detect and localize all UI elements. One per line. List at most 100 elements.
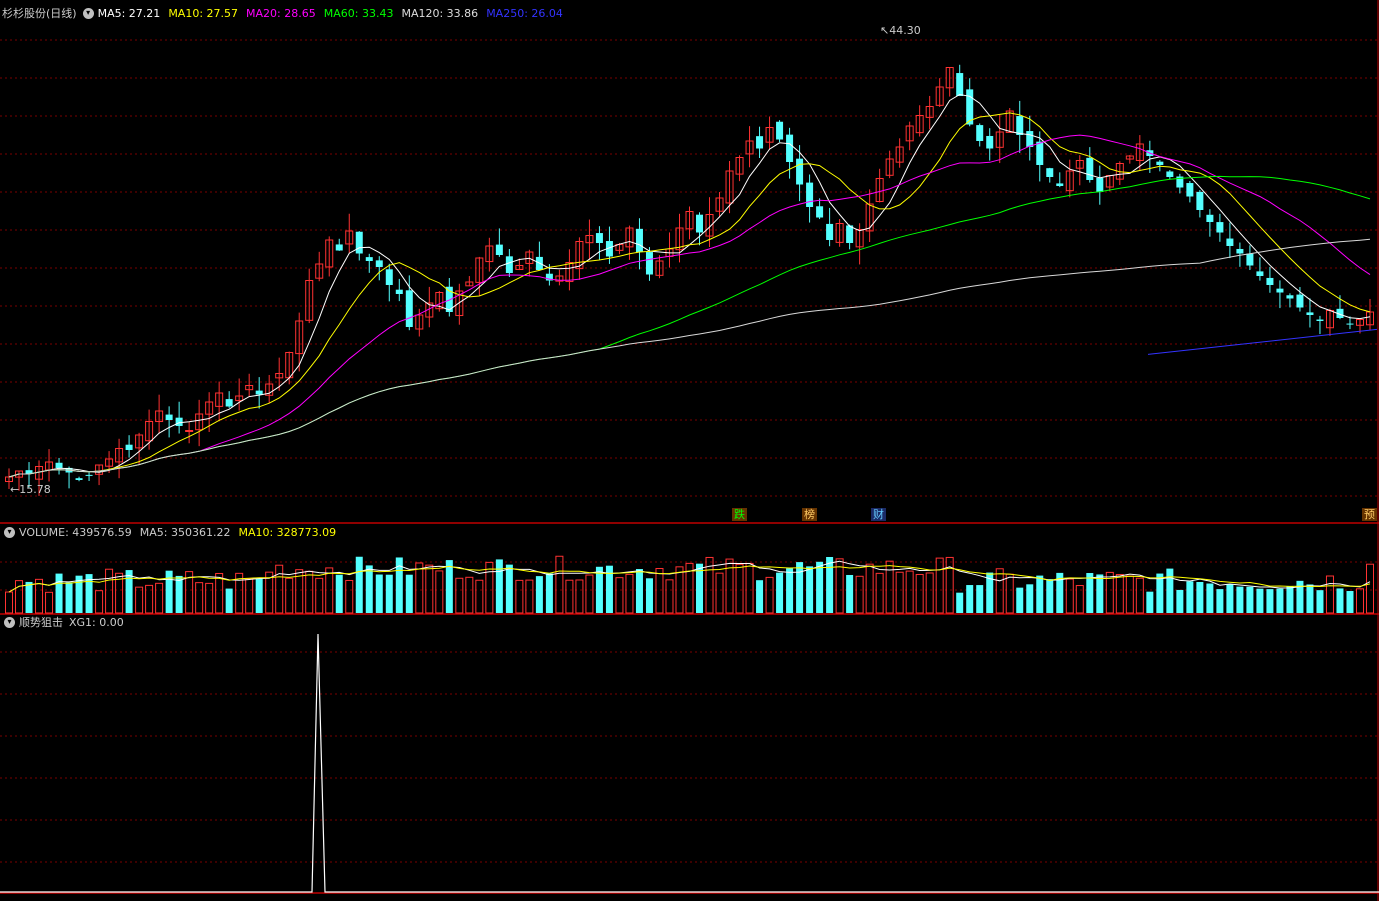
volume-bar bbox=[995, 568, 1004, 614]
ma250-line bbox=[1147, 328, 1378, 355]
volume-bar bbox=[1026, 584, 1034, 613]
volume-bar bbox=[1236, 586, 1244, 613]
volume-bar bbox=[135, 586, 144, 614]
candle-body bbox=[776, 121, 784, 140]
candle-body bbox=[165, 414, 173, 420]
high-price-value: 44.30 bbox=[889, 24, 921, 37]
volume-bar bbox=[1096, 574, 1104, 613]
stock-chart-window[interactable]: 杉杉股份(日线) ▾ MA5: 27.21 MA10: 27.57 MA20: … bbox=[0, 0, 1379, 901]
ma10-label: MA10: 27.57 bbox=[168, 6, 239, 20]
volume-bar bbox=[735, 563, 744, 614]
volume-bar bbox=[315, 577, 324, 614]
volume-bar bbox=[105, 568, 114, 614]
candle-body bbox=[846, 225, 854, 243]
event-flag-yu[interactable]: 预 bbox=[1362, 508, 1377, 521]
volume-bar bbox=[875, 572, 884, 614]
volume-bar bbox=[565, 579, 574, 614]
volume-bar bbox=[1046, 579, 1054, 613]
candle-body bbox=[816, 206, 824, 218]
volume-bar bbox=[195, 582, 204, 614]
volume-bar bbox=[615, 577, 624, 614]
volume-bar bbox=[215, 572, 224, 614]
volume-bar bbox=[1336, 588, 1344, 613]
candle-body bbox=[225, 399, 233, 407]
volume-bar bbox=[165, 570, 173, 613]
candle-body bbox=[335, 244, 343, 251]
candle-body bbox=[405, 290, 413, 327]
volume-bar bbox=[1306, 584, 1314, 613]
event-flag-cai[interactable]: 财 bbox=[871, 508, 886, 521]
volume-bar bbox=[826, 556, 834, 613]
chevron-down-icon[interactable]: ▾ bbox=[4, 616, 15, 628]
volume-bar bbox=[635, 569, 643, 613]
volume-bar bbox=[1325, 575, 1334, 614]
chart-canvas[interactable] bbox=[0, 0, 1379, 901]
volume-bar bbox=[976, 585, 984, 613]
candle-body bbox=[1156, 161, 1164, 165]
volume-bar bbox=[305, 570, 314, 614]
volume-bar bbox=[786, 568, 794, 613]
candle-body bbox=[1216, 222, 1224, 233]
volume-bar bbox=[1346, 591, 1354, 613]
volume-bar bbox=[45, 591, 54, 614]
volume-bar bbox=[425, 564, 434, 614]
volume-bar bbox=[455, 577, 464, 614]
volume-bar bbox=[1005, 573, 1014, 614]
volume-bar bbox=[1196, 581, 1204, 613]
candle-body bbox=[375, 260, 383, 267]
candle-body bbox=[1016, 116, 1024, 135]
volume-bar bbox=[365, 565, 373, 613]
candle-body bbox=[365, 257, 373, 261]
candle-body bbox=[645, 252, 653, 275]
candle-body bbox=[75, 478, 83, 480]
volume-bar bbox=[95, 590, 104, 614]
candle-body bbox=[1306, 312, 1314, 315]
volume-bar bbox=[585, 574, 594, 614]
volume-bar bbox=[1135, 577, 1144, 614]
candle-body bbox=[1086, 157, 1094, 180]
event-flag-bang[interactable]: 榜 bbox=[802, 508, 817, 521]
volume-bar bbox=[285, 577, 294, 614]
volume-bar bbox=[665, 579, 674, 614]
volume-bar bbox=[1276, 588, 1284, 613]
volume-bar bbox=[1166, 568, 1174, 613]
volume-bar bbox=[1286, 586, 1294, 613]
volume-bar bbox=[796, 562, 804, 613]
candle-body bbox=[956, 73, 964, 96]
volume-bar bbox=[355, 556, 363, 613]
volume-bar bbox=[816, 561, 824, 613]
candle-body bbox=[1026, 131, 1034, 147]
stock-title: 杉杉股份(日线) bbox=[2, 7, 77, 20]
volume-bar bbox=[776, 572, 784, 613]
candle-body bbox=[1206, 214, 1214, 222]
volume-bar bbox=[1186, 581, 1194, 613]
candle-body bbox=[1236, 248, 1244, 254]
chevron-down-icon[interactable]: ▾ bbox=[4, 526, 15, 538]
indicator-xg1-label: XG1: 0.00 bbox=[69, 615, 124, 629]
volume-bar bbox=[806, 566, 814, 613]
candle-body bbox=[495, 244, 503, 255]
volume-bar bbox=[905, 570, 914, 614]
candle-body bbox=[1166, 171, 1174, 177]
chevron-down-icon[interactable]: ▾ bbox=[82, 7, 94, 19]
event-flag-die[interactable]: 跌 bbox=[732, 508, 747, 521]
volume-bar bbox=[375, 574, 383, 613]
candle-body bbox=[1276, 288, 1284, 293]
volume-bar bbox=[935, 557, 944, 614]
volume-bar bbox=[1216, 589, 1224, 613]
ma60-label: MA60: 33.43 bbox=[323, 6, 394, 20]
volume-bar bbox=[1365, 563, 1374, 614]
volume-bar bbox=[485, 561, 494, 614]
volume-bar bbox=[756, 580, 764, 613]
candle-body bbox=[1286, 295, 1294, 299]
volume-bar bbox=[1266, 589, 1274, 613]
volume-bar bbox=[475, 579, 484, 614]
high-price-label: ↖44.30 bbox=[880, 24, 921, 37]
candle-body bbox=[1186, 183, 1194, 197]
volume-bar bbox=[435, 570, 444, 614]
candle-body bbox=[175, 417, 183, 426]
ma120-line bbox=[8, 238, 1371, 478]
volume-bar bbox=[1206, 583, 1214, 613]
volume-bar bbox=[1296, 580, 1304, 613]
volume-bar bbox=[1016, 587, 1024, 613]
